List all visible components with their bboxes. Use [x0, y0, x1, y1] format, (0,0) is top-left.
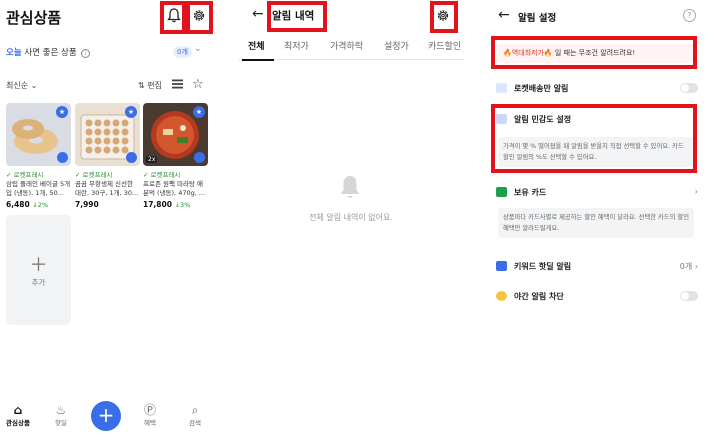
- plus-icon: ＋: [29, 255, 48, 276]
- tab-bar: 전체 최저가 가격하락 설정가 카드할인: [238, 36, 464, 60]
- chevron-down-icon[interactable]: ⌄: [194, 44, 202, 54]
- add-fab-button[interactable]: +: [91, 401, 121, 431]
- product-price: 7,990: [75, 200, 99, 209]
- quantity-badge: 2x: [146, 156, 158, 163]
- tab-price-drop[interactable]: 가격하락: [330, 39, 363, 52]
- heart-house-icon: ⌂: [13, 403, 23, 417]
- alarm-icon[interactable]: [126, 152, 137, 163]
- tab-card-discount[interactable]: 카드할인: [428, 39, 461, 52]
- product-name: 삼립 플레인 베이글 5개입 (냉동), 1개, 50...: [6, 180, 71, 197]
- fire-icon: ♨: [55, 403, 67, 417]
- back-button[interactable]: ←: [252, 6, 264, 22]
- chevron-right-icon: ›: [694, 114, 698, 123]
- page-title: 알림 설정: [518, 13, 557, 24]
- sliders-icon: [496, 114, 507, 124]
- product-card[interactable]: 2x ★ ✓ 로켓프레시 프로존 원팩 미라탕 애 분먹 (냉동), 470g,…: [143, 103, 208, 209]
- gear-icon[interactable]: [436, 8, 450, 23]
- alarm-icon[interactable]: [57, 152, 68, 163]
- product-image: ★: [75, 103, 140, 166]
- night-block-toggle[interactable]: [680, 291, 698, 301]
- product-price: 17,800 ↓3%: [143, 200, 191, 209]
- lowest-price-banner: 🔥역대최저가🔥 일 때는 무조건 알려드려요!: [498, 44, 693, 63]
- star-icon[interactable]: ☆: [192, 77, 204, 92]
- nav-benefits[interactable]: Ⓟ 혜택: [132, 403, 168, 427]
- owned-card-row[interactable]: 보유 카드 ›: [494, 184, 698, 204]
- help-icon[interactable]: ?: [683, 9, 696, 22]
- bell-icon[interactable]: [167, 8, 181, 23]
- page-title: 관심상품: [6, 9, 62, 27]
- product-card[interactable]: ★ ✓ 로켓프레시 곰곰 무항생제 신선한 대란, 30구, 1개, 30...…: [75, 103, 140, 209]
- product-price: 6,480 ↓2%: [6, 200, 49, 209]
- back-button[interactable]: ←: [498, 7, 510, 23]
- owned-card-description: 상품마다 카드사별로 제공하는 할인 혜택이 달라요. 선택한 카드의 할인 혜…: [498, 208, 694, 238]
- tab-set-price[interactable]: 설정가: [384, 39, 409, 52]
- rocket-fresh-label: ✓ 로켓프레시: [75, 171, 113, 179]
- keyword-hotdeal-row[interactable]: 키워드 핫딜 알림 0개 ›: [494, 258, 698, 278]
- points-icon: Ⓟ: [143, 403, 156, 417]
- daily-recommendation[interactable]: 오늘 사면 좋은 상품 i: [6, 46, 91, 58]
- page-title: 알림 내역: [272, 10, 315, 22]
- sensitivity-row[interactable]: 알림 민감도 설정 ›: [494, 111, 698, 131]
- product-image: 2x ★: [143, 103, 208, 166]
- favorite-star-icon[interactable]: ★: [125, 106, 137, 118]
- info-icon[interactable]: i: [81, 49, 91, 58]
- night-block-row[interactable]: 야간 알림 차단: [494, 288, 698, 308]
- tab-all[interactable]: 전체: [248, 39, 265, 52]
- keyword-count: 0개 ›: [679, 262, 698, 271]
- rocket-fresh-label: ✓ 로켓프레시: [143, 171, 181, 179]
- count-badge: 0개: [173, 46, 192, 58]
- product-name: 프로존 원팩 미라탕 애 분먹 (냉동), 470g, ...: [143, 180, 206, 197]
- rocket-only-row[interactable]: 로켓배송만 알림: [494, 80, 698, 100]
- sort-dropdown[interactable]: 최신순 ⌄: [6, 80, 37, 91]
- tab-lowest-price[interactable]: 최저가: [284, 39, 309, 52]
- nav-hotdeal[interactable]: ♨ 핫딜: [43, 403, 79, 427]
- rocket-only-toggle[interactable]: [680, 83, 698, 93]
- edit-button[interactable]: ⇅ 편집: [138, 80, 162, 91]
- notification-history-screen: ← 알림 내역 전체 최저가 가격하락 설정가 카드할인 전체 알림 내역이 없…: [238, 0, 464, 443]
- favorite-star-icon[interactable]: ★: [193, 106, 205, 118]
- rocket-icon: [496, 83, 507, 93]
- active-tab-indicator: [242, 59, 274, 61]
- product-card[interactable]: ★ ✓ 로켓프레시 삼립 플레인 베이글 5개입 (냉동), 1개, 50...…: [6, 103, 71, 209]
- keyword-icon: [496, 261, 507, 271]
- add-product-button[interactable]: ＋ 추가: [6, 215, 71, 325]
- chevron-right-icon: ›: [694, 187, 698, 196]
- bottom-navigation: ⌂ 관심상품 ♨ 핫딜 + Ⓟ 혜택 ⌕ 검색: [0, 397, 218, 443]
- wishlist-screen: 관심상품 오늘 사면 좋은 상품 i 0개 ⌄ 최신순 ⌄ ⇅ 편집 ☆ ★ ✓…: [0, 0, 218, 443]
- alarm-icon[interactable]: [194, 152, 205, 163]
- nav-wishlist[interactable]: ⌂ 관심상품: [0, 403, 36, 427]
- list-view-icon[interactable]: [172, 79, 183, 89]
- nav-search[interactable]: ⌕ 검색: [177, 403, 213, 427]
- gear-icon[interactable]: [192, 8, 206, 23]
- favorite-star-icon[interactable]: ★: [56, 106, 68, 118]
- product-image: ★: [6, 103, 71, 166]
- sensitivity-description: 가격이 몇 % 떨어졌을 때 알림을 받을지 직접 선택할 수 있어요. 카드 …: [498, 137, 694, 167]
- empty-state-text: 전체 알림 내역이 없어요.: [309, 213, 393, 222]
- rocket-fresh-label: ✓ 로켓프레시: [6, 171, 44, 179]
- notification-settings-screen: ← 알림 설정 ? 🔥역대최저가🔥 일 때는 무조건 알려드려요! 로켓배송만 …: [484, 0, 722, 443]
- card-icon: [496, 187, 507, 197]
- moon-icon: [496, 291, 507, 301]
- chevron-right-icon: ›: [694, 262, 698, 271]
- search-icon: ⌕: [191, 403, 199, 417]
- product-name: 곰곰 무항생제 신선한 대란, 30구, 1개, 30...: [75, 180, 139, 197]
- bell-icon: [340, 176, 360, 198]
